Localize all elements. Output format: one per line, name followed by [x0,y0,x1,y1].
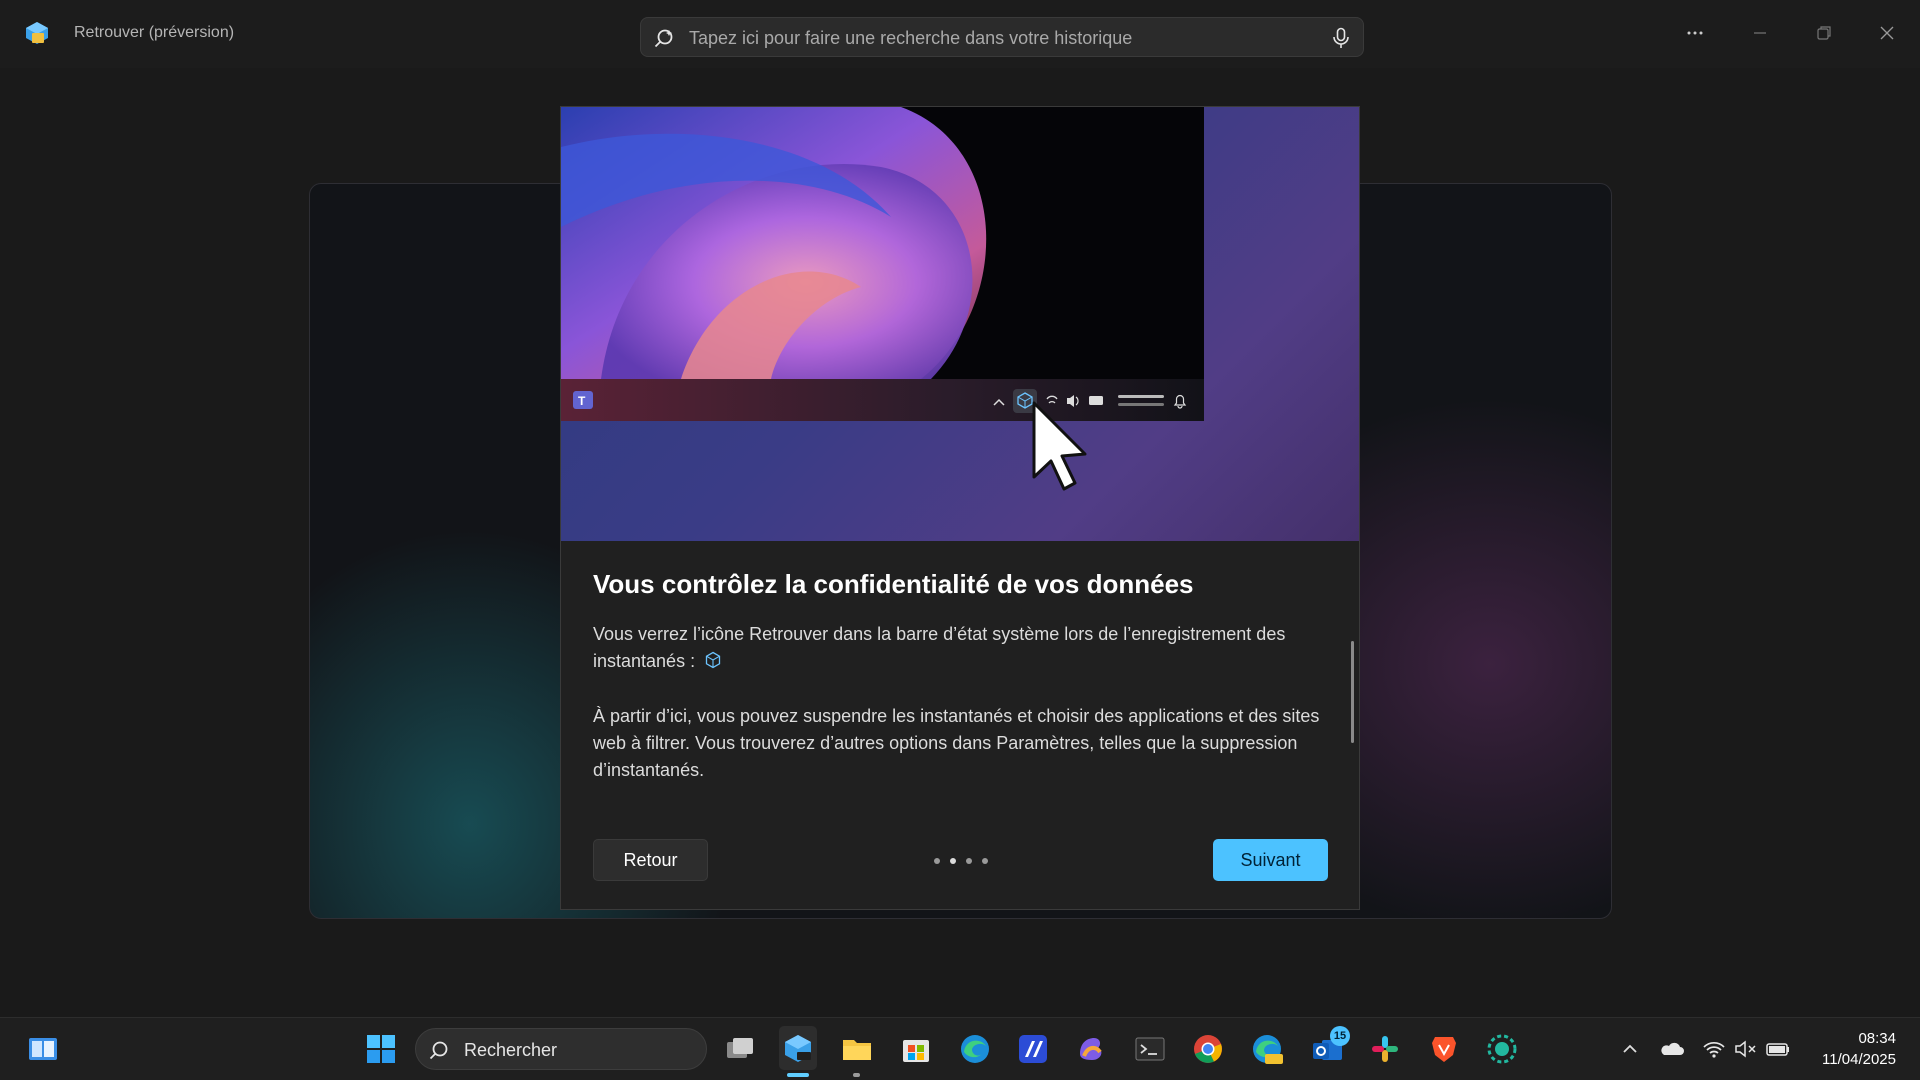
teams-icon: T [573,391,593,409]
dialog-title: Vous contrôlez la confidentialité de vos… [593,569,1194,599]
edge-icon[interactable] [958,1032,992,1066]
minimize-icon[interactable] [1745,18,1775,48]
next-button[interactable]: Suivant [1213,839,1328,881]
onedrive-icon[interactable] [1659,1038,1685,1060]
maximize-icon[interactable] [1809,18,1839,48]
title-bar: Retrouver (préversion) [0,0,1920,68]
chrome-icon[interactable] [1191,1032,1225,1066]
history-search-box[interactable] [640,17,1364,57]
clock-time: 08:34 [1858,1030,1896,1047]
recall-taskbar-icon[interactable] [781,1032,815,1066]
recall-app-icon [26,22,48,44]
clock-date: 11/04/2025 [1822,1051,1896,1068]
copilot-icon[interactable] [1074,1032,1108,1066]
back-button[interactable]: Retour [593,839,708,881]
app-icon[interactable] [1016,1032,1050,1066]
chevron-up-icon[interactable] [1617,1038,1643,1060]
search-icon [654,29,673,48]
wifi-icon[interactable] [1701,1038,1727,1060]
windows-start-icon[interactable] [364,1032,398,1066]
search-icon [429,1041,448,1060]
app-title: Retrouver (préversion) [74,24,235,41]
onboarding-dialog: T Vous contrôlez la confidentialité de v… [560,106,1360,910]
open-indicator [853,1073,860,1077]
dialog-paragraph-1: Vous verrez l’icône Retrouver dans la ba… [593,621,1323,675]
more-options-icon[interactable] [1680,18,1710,48]
dialog-paragraph-2: À partir d’ici, vous pouvez suspendre le… [593,706,1320,780]
close-icon[interactable] [1872,18,1902,48]
microphone-icon[interactable] [1331,27,1351,49]
history-search-input[interactable] [689,24,1289,52]
mail-badge: 15 [1330,1026,1350,1046]
task-view-icon[interactable] [723,1032,757,1066]
taskbar-search-label: Rechercher [464,1040,558,1060]
battery-icon[interactable] [1765,1038,1791,1060]
taskbar: Rechercher 15 08:34 11/04/2025 [0,1017,1920,1080]
clock[interactable]: 08:34 11/04/2025 [1822,1028,1896,1070]
widgets-icon[interactable] [26,1032,60,1066]
brave-icon[interactable] [1427,1032,1461,1066]
page-dot [982,858,988,864]
recall-inline-icon [705,651,721,669]
speaker-muted-icon[interactable] [1733,1038,1759,1060]
page-dot [966,858,972,864]
paragraph-1-text: Vous verrez l’icône Retrouver dans la ba… [593,624,1286,671]
screen-recorder-icon[interactable] [1485,1032,1519,1066]
microsoft-store-icon[interactable] [899,1032,933,1066]
edge-canary-icon[interactable] [1250,1032,1284,1066]
slack-icon[interactable] [1368,1032,1402,1066]
taskbar-search[interactable]: Rechercher [415,1028,707,1070]
page-dot [934,858,940,864]
file-explorer-icon[interactable] [840,1032,874,1066]
page-dot-current [950,858,956,864]
dialog-scrollbar[interactable] [1351,641,1354,743]
terminal-icon[interactable] [1133,1032,1167,1066]
svg-text:T: T [578,394,586,408]
active-indicator [787,1073,809,1077]
hero-illustration: T [561,107,1359,541]
